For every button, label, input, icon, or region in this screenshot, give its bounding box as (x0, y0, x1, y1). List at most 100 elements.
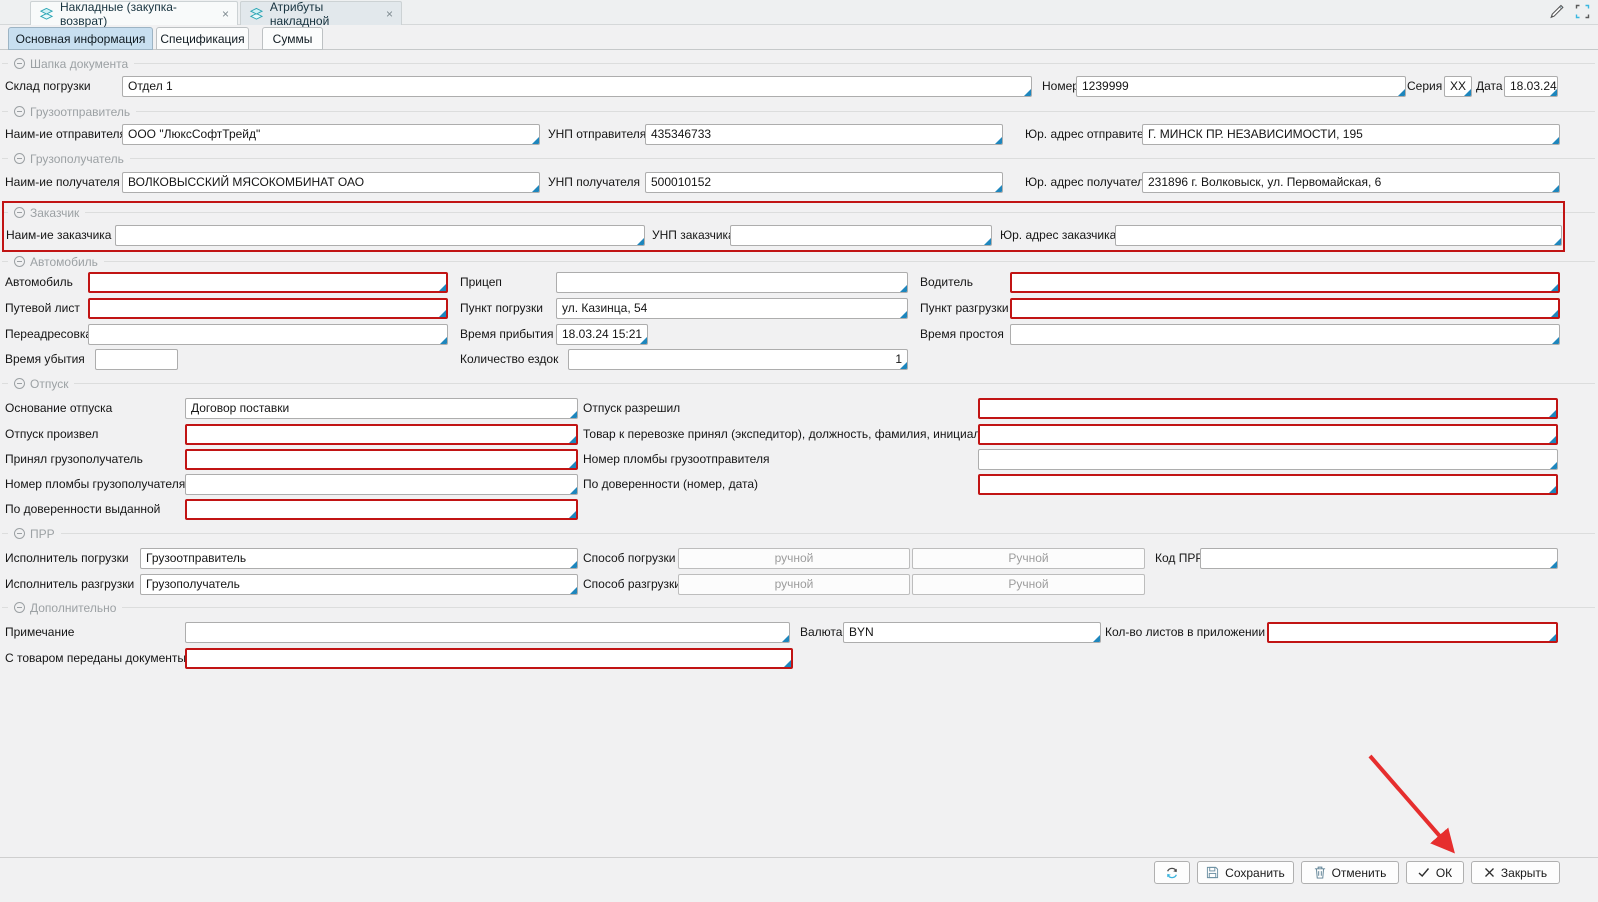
unload-point-input[interactable] (1010, 298, 1560, 319)
load-exec-input[interactable]: Грузоотправитель (140, 548, 578, 569)
ok-button[interactable]: ОК (1406, 861, 1464, 884)
sklad-input[interactable]: Отдел 1 (122, 76, 1032, 97)
circled-minus-icon[interactable] (14, 153, 25, 164)
idle-label: Время простоя (920, 324, 1004, 345)
tab-invoice-attributes[interactable]: Атрибуты накладной × (240, 1, 402, 25)
maximize-icon[interactable] (1575, 4, 1590, 19)
section-title-text: Заказчик (30, 206, 79, 220)
produced-input[interactable] (185, 424, 578, 445)
unload-method-label: Способ разгрузки (583, 574, 681, 595)
circled-minus-icon[interactable] (14, 58, 25, 69)
proxy-issued-input[interactable] (185, 499, 578, 520)
refresh-button[interactable] (1154, 861, 1190, 884)
section-divider (2, 533, 1595, 534)
close-icon[interactable]: × (222, 7, 229, 21)
basis-label: Основание отпуска (5, 398, 112, 419)
release-row-4: Номер пломбы грузополучателя По доверенн… (0, 474, 1598, 495)
prr-row-2: Исполнитель разгрузки Грузополучатель Сп… (0, 574, 1598, 595)
tab-sums[interactable]: Суммы (262, 27, 323, 50)
receiver-addr-label: Юр. адрес получателя (1025, 172, 1151, 193)
car-label: Автомобиль (5, 272, 73, 293)
customer-row: Наим-ие заказчика УНП заказчика Юр. адре… (0, 225, 1598, 246)
section-divider (2, 63, 1595, 64)
proxy-input[interactable] (978, 474, 1558, 495)
extra-row-1: Примечание Валюта BYN Кол-во листов в пр… (0, 622, 1598, 643)
idle-input[interactable] (1010, 324, 1560, 345)
customer-name-label: Наим-ие заказчика (6, 225, 111, 246)
driver-input[interactable] (1010, 272, 1560, 293)
seal-receiver-input[interactable] (185, 474, 578, 495)
unload-exec-input[interactable]: Грузополучатель (140, 574, 578, 595)
customer-addr-input[interactable] (1115, 225, 1562, 246)
release-row-2: Отпуск произвел Товар к перевозке принял… (0, 424, 1598, 445)
basis-input[interactable]: Договор поставки (185, 398, 578, 419)
pencil-icon[interactable] (1548, 3, 1565, 20)
prr-code-label: Код ПРР (1155, 548, 1203, 569)
load-method-input-1: ручной (678, 548, 910, 569)
forwarder-label: Товар к перевозке принял (экспедитор), д… (583, 424, 989, 445)
trailer-label: Прицеп (460, 272, 502, 293)
prr-code-input[interactable] (1200, 548, 1558, 569)
seal-receiver-label: Номер пломбы грузополучателя (5, 474, 185, 495)
sender-unp-input[interactable]: 435346733 (645, 124, 1003, 145)
circled-minus-icon[interactable] (14, 207, 25, 218)
close-button[interactable]: Закрыть (1471, 861, 1560, 884)
trips-label: Количество ездок (460, 349, 558, 370)
footer-divider (0, 857, 1598, 858)
circled-minus-icon[interactable] (14, 256, 25, 267)
note-label: Примечание (5, 622, 74, 643)
currency-input[interactable]: BYN (843, 622, 1101, 643)
tab-specification[interactable]: Спецификация (156, 27, 249, 50)
car-input[interactable] (88, 272, 448, 293)
unload-method-input-2: Ручной (912, 574, 1145, 595)
circled-minus-icon[interactable] (14, 528, 25, 539)
waybill-input[interactable] (88, 298, 448, 319)
section-title-receiver: Грузополучатель (8, 151, 130, 166)
load-point-input[interactable]: ул. Казинца, 54 (556, 298, 908, 319)
sender-addr-input[interactable]: Г. МИНСК ПР. НЕЗАВИСИМОСТИ, 195 (1142, 124, 1560, 145)
docs-input[interactable] (185, 648, 793, 669)
customer-name-input[interactable] (115, 225, 645, 246)
load-method-label: Способ погрузки (583, 548, 675, 569)
nomer-input[interactable]: 1239999 (1076, 76, 1406, 97)
vehicle-row-3: Переадресовка Время прибытия 18.03.24 15… (0, 324, 1598, 345)
allowed-input[interactable] (978, 398, 1558, 419)
trailer-input[interactable] (556, 272, 908, 293)
redirect-input[interactable] (88, 324, 448, 345)
accepted-input[interactable] (185, 449, 578, 470)
cancel-button[interactable]: Отменить (1301, 861, 1399, 884)
section-title-text: Отпуск (30, 377, 68, 391)
red-arrow-annotation (1358, 746, 1473, 868)
note-input[interactable] (185, 622, 790, 643)
receiver-name-input[interactable]: ВОЛКОВЫССКИЙ МЯСОКОМБИНАТ ОАО (122, 172, 540, 193)
docs-label: С товаром переданы документы (5, 648, 186, 669)
tab-invoices[interactable]: Накладные (закупка-возврат) × (30, 1, 238, 25)
sheets-input[interactable] (1267, 622, 1558, 643)
close-icon[interactable]: × (386, 7, 393, 21)
receiver-addr-input[interactable]: 231896 г. Волковыск, ул. Первомайская, 6 (1142, 172, 1560, 193)
receiver-unp-input[interactable]: 500010152 (645, 172, 1003, 193)
header-row: Склад погрузки Отдел 1 Номер 1239999 Сер… (0, 76, 1598, 97)
tab-main-info[interactable]: Основная информация (8, 27, 153, 50)
customer-unp-input[interactable] (730, 225, 992, 246)
trips-input[interactable]: 1 (568, 349, 908, 370)
seria-input[interactable]: XX (1444, 76, 1472, 97)
layered-diamonds-icon (249, 7, 264, 21)
data-input[interactable]: 18.03.24 (1504, 76, 1558, 97)
circled-minus-icon[interactable] (14, 602, 25, 613)
save-button[interactable]: Сохранить (1197, 861, 1294, 884)
departure-input[interactable] (95, 349, 178, 370)
section-divider (2, 111, 1595, 112)
arrival-input[interactable]: 18.03.24 15:21 (556, 324, 648, 345)
section-divider (2, 607, 1595, 608)
sender-name-input[interactable]: ООО "ЛюксСофтТрейд" (122, 124, 540, 145)
refresh-icon (1165, 866, 1179, 880)
section-title-text: Дополнительно (30, 601, 116, 615)
waybill-label: Путевой лист (5, 298, 80, 319)
customer-addr-label: Юр. адрес заказчика (1000, 225, 1116, 246)
circled-minus-icon[interactable] (14, 106, 25, 117)
forwarder-input[interactable] (978, 424, 1558, 445)
section-title-release: Отпуск (8, 376, 74, 391)
seal-sender-input[interactable] (978, 449, 1558, 470)
circled-minus-icon[interactable] (14, 378, 25, 389)
